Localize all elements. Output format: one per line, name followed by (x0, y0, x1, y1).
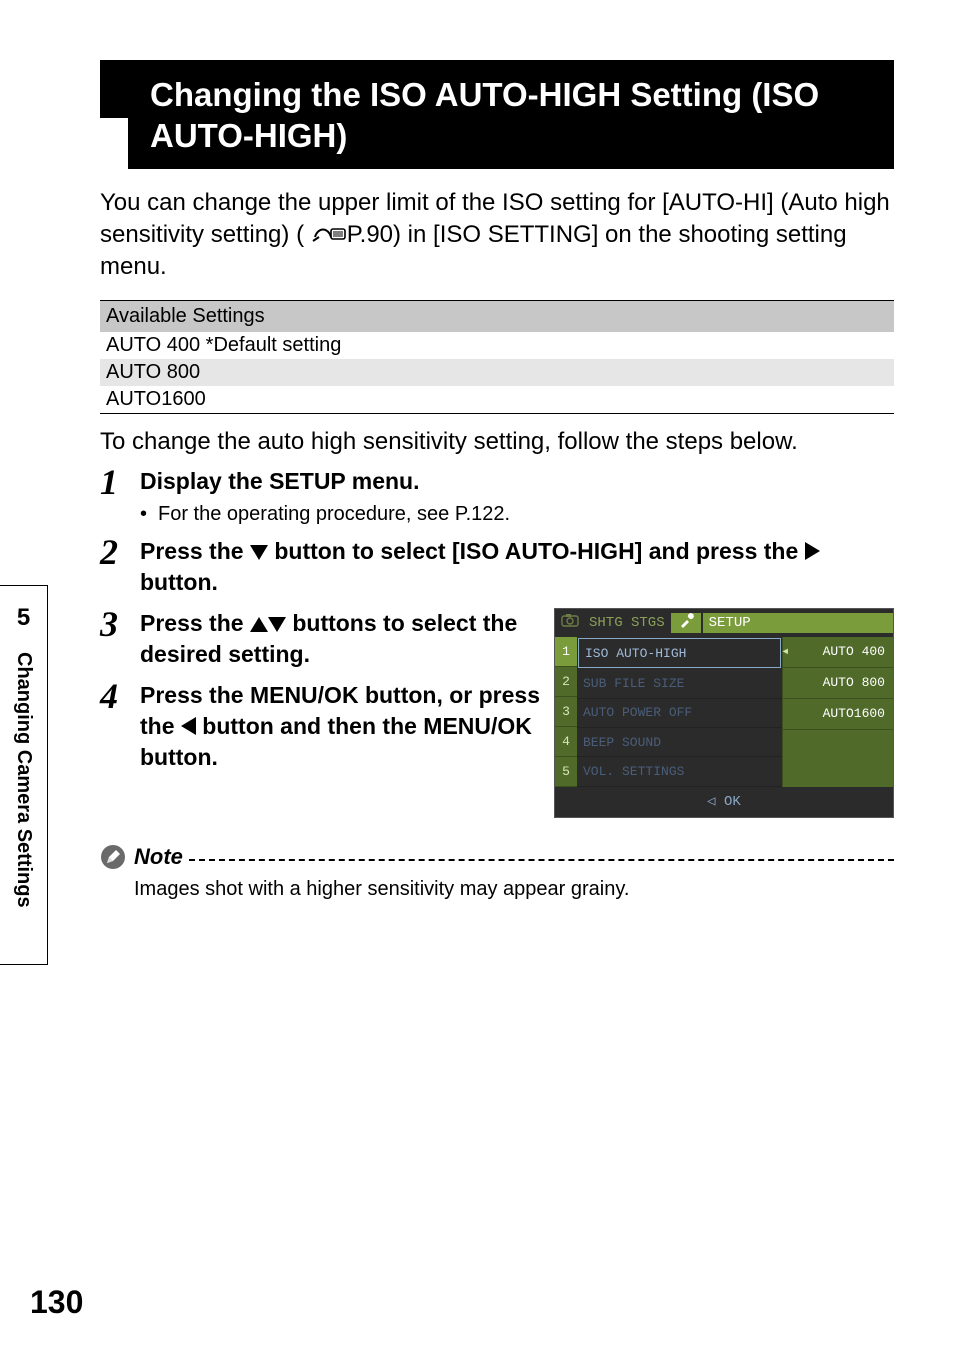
down-arrow-icon (250, 545, 268, 560)
step-1: 1 Display the SETUP menu. For the operat… (100, 466, 894, 526)
menu-number: 1 (555, 637, 577, 667)
step-title: Press the buttons to select the desired … (140, 608, 544, 670)
left-arrow-icon (181, 717, 196, 735)
menu-item: VOL. SETTINGS (577, 757, 782, 786)
table-row: AUTO1600 (100, 386, 894, 413)
menu-option-selected: AUTO 400 (783, 637, 893, 668)
menu-options-column: AUTO 400 AUTO 800 AUTO1600 (782, 637, 893, 787)
menu-option: AUTO 800 (783, 668, 893, 699)
note-text: Images shot with a higher sensitivity ma… (100, 878, 894, 901)
menu-number: 2 (555, 667, 577, 697)
step-text: Press the (140, 610, 250, 636)
down-arrow-icon (268, 617, 286, 632)
reference-icon (311, 223, 347, 245)
section-heading: Changing the ISO AUTO-HIGH Setting (ISO … (100, 60, 894, 169)
step-text: button to select [ISO AUTO-HIGH] and pre… (274, 538, 804, 564)
menu-item-selected: ISO AUTO-HIGH (578, 638, 781, 668)
table-row: AUTO 800 (100, 359, 894, 386)
step-3: 3 Press the buttons to select the desire… (100, 608, 544, 670)
table-row: AUTO 400 *Default setting (100, 332, 894, 359)
chapter-number: 5 (0, 604, 47, 632)
shtg-stgs-tab: SHTG STGS (585, 615, 669, 631)
sidebar-chapter-box: 5 Changing Camera Settings (0, 585, 48, 965)
menu-item-list: ISO AUTO-HIGH SUB FILE SIZE AUTO POWER O… (577, 637, 782, 787)
step-text: Press the (140, 538, 250, 564)
step-number: 2 (100, 534, 140, 570)
heading-text: Changing the ISO AUTO-HIGH Setting (ISO … (150, 76, 819, 154)
setup-tab: SETUP (703, 613, 893, 633)
step-text: button and then the MENU/OK button. (140, 713, 532, 770)
step-title: Press the button to select [ISO AUTO-HIG… (140, 536, 894, 598)
step-text: button. (140, 569, 218, 595)
settings-table: Available Settings AUTO 400 *Default set… (100, 300, 894, 414)
chapter-title: Changing Camera Settings (0, 652, 47, 962)
note-divider (189, 859, 894, 861)
step-title: Display the SETUP menu. (140, 466, 894, 497)
menu-item: SUB FILE SIZE (577, 669, 782, 698)
up-arrow-icon (250, 617, 268, 632)
menu-number: 5 (555, 757, 577, 787)
transition-text: To change the auto high sensitivity sett… (100, 428, 894, 456)
step-number: 3 (100, 606, 140, 642)
note-header-row: Note (100, 844, 894, 870)
step-2: 2 Press the button to select [ISO AUTO-H… (100, 536, 894, 598)
intro-paragraph: You can change the upper limit of the IS… (100, 187, 894, 284)
menu-number: 4 (555, 727, 577, 757)
camera-tab-icon (555, 613, 585, 632)
menu-number-column: 1 2 3 4 5 (555, 637, 577, 787)
menu-option: AUTO1600 (783, 699, 893, 730)
step-subtext: For the operating procedure, see P.122. (140, 503, 894, 526)
step-4: 4 Press the MENU/OK button, or press the… (100, 680, 544, 773)
table-header: Available Settings (100, 301, 894, 332)
note-pencil-icon (100, 844, 126, 870)
menu-item: BEEP SOUND (577, 728, 782, 757)
intro-page-ref: P.90 (347, 221, 393, 248)
step-title: Press the MENU/OK button, or press the b… (140, 680, 544, 773)
menu-footer: ◁ OK (555, 787, 893, 817)
camera-screenshot: SHTG STGS SETUP 1 2 3 4 5 ISO AUTO-HIGH … (554, 608, 894, 818)
tool-tab-icon (671, 613, 701, 633)
page-number: 130 (30, 1284, 83, 1321)
right-arrow-icon (805, 542, 820, 560)
step-number: 4 (100, 678, 140, 714)
step-number: 1 (100, 464, 140, 500)
menu-item: AUTO POWER OFF (577, 699, 782, 728)
menu-number: 3 (555, 697, 577, 727)
note-label: Note (134, 844, 183, 870)
